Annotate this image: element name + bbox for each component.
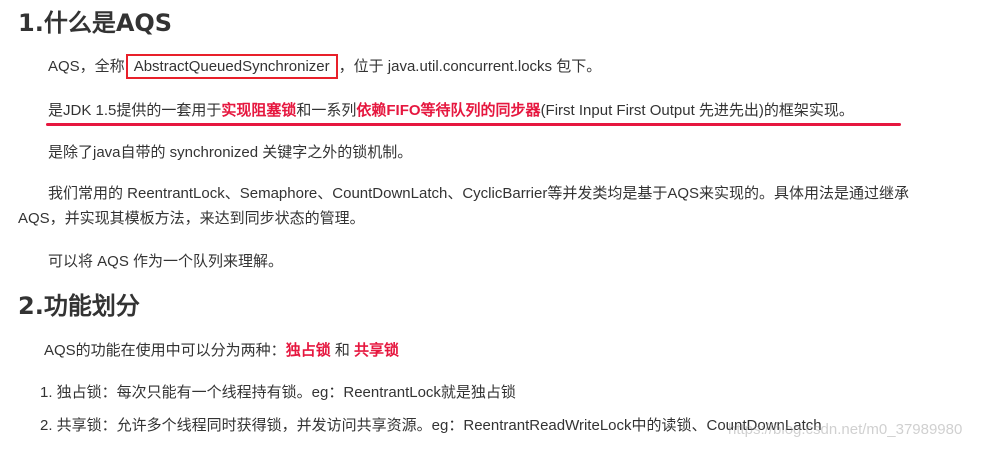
paragraph-text: (First Input First Output 先进先出)的框架实现。 xyxy=(540,102,854,119)
paragraph-lock-mechanism: 是除了java自带的 synchronized 关键字之外的锁机制。 xyxy=(48,144,413,161)
paragraph-text: ，位于 java.util.concurrent.locks 包下。 xyxy=(338,58,602,75)
watermark: https://blog.csdn.net/m0_37989980 xyxy=(728,421,963,438)
paragraph-text: AQS的功能在使用中可以分为两种： xyxy=(44,342,286,359)
paragraph-aqs-fullname: AQS，全称 AbstractQueuedSynchronizer ，位于 java… xyxy=(48,54,602,79)
paragraph-queue-understanding: 可以将 AQS 作为一个队列来理解。 xyxy=(48,253,284,270)
highlight-exclusive-lock: 独占锁 xyxy=(285,342,331,359)
paragraph-lock-types-intro: AQS的功能在使用中可以分为两种：独占锁 和 共享锁 xyxy=(44,341,399,361)
boxed-term-abstract-queued-synchronizer: AbstractQueuedSynchronizer xyxy=(125,54,338,79)
article-content: 1.什么是AQS AQS，全称 AbstractQueuedSynchronize… xyxy=(0,0,985,450)
section-heading-what-is-aqs: 1.什么是AQS xyxy=(18,9,173,37)
paragraph-text: AQS，全称 xyxy=(48,58,125,75)
highlight-shared-lock: 共享锁 xyxy=(354,342,400,359)
paragraph-common-classes-line-2: AQS，并实现其模板方法，来达到同步状态的管理。 xyxy=(18,210,365,227)
paragraph-text: 是JDK 1.5提供的一套用于 xyxy=(48,102,222,119)
paragraph-common-classes-line-1: 我们常用的 ReentrantLock、Semaphore、CountDownL… xyxy=(48,185,910,202)
section-heading-function-division: 2.功能划分 xyxy=(18,292,140,320)
paragraph-aqs-definition: 是JDK 1.5提供的一套用于实现阻塞锁和一系列依赖FIFO等待队列的同步器(F… xyxy=(48,101,854,121)
highlight-fifo-synchronizer: 依赖FIFO等待队列的同步器 xyxy=(356,102,541,119)
list-item-exclusive-lock: 1. 独占锁：每次只能有一个线程持有锁。eg：ReentrantLock就是独占… xyxy=(40,384,516,401)
red-underline-annotation xyxy=(46,123,901,126)
list-item-shared-lock: 2. 共享锁：允许多个线程同时获得锁，并发访问共享资源。eg：Reentrant… xyxy=(40,417,822,434)
highlight-blocking-lock: 实现阻塞锁 xyxy=(221,102,297,119)
paragraph-text: 和一系列 xyxy=(296,102,357,119)
paragraph-text: 和 xyxy=(330,342,355,359)
